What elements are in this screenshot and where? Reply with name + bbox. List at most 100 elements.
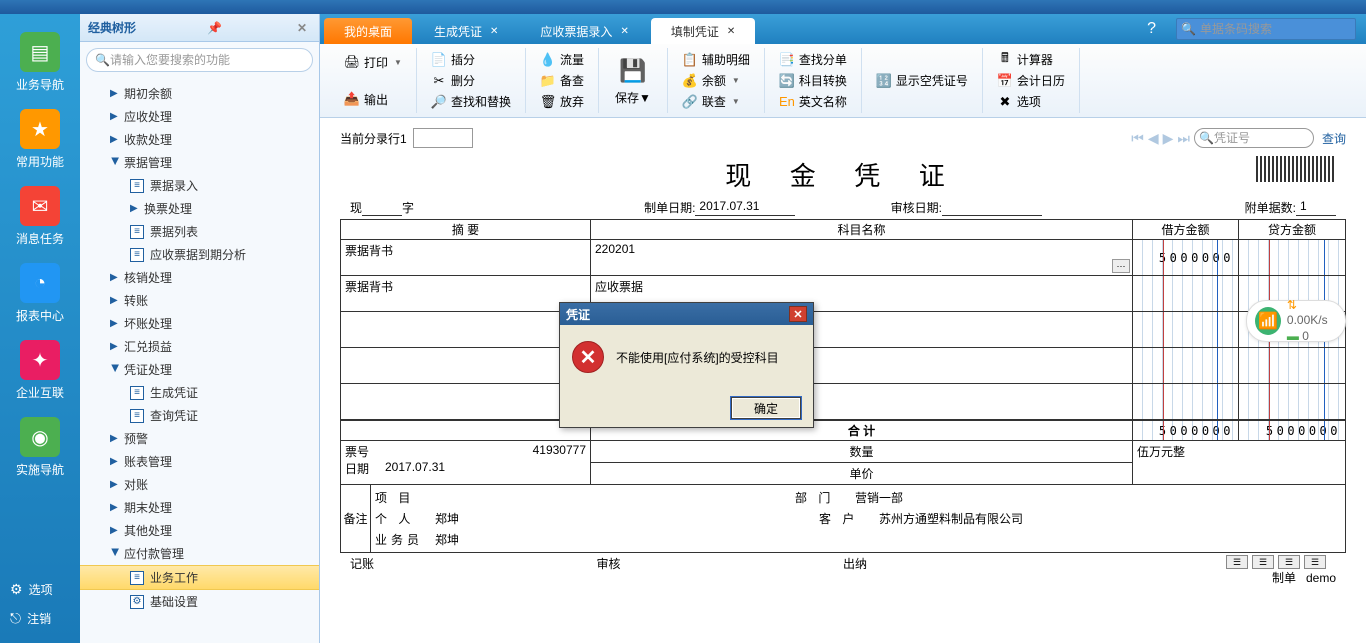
tree-item[interactable]: ⚙基础设置 xyxy=(80,590,319,613)
dialog-title-bar[interactable]: 凭证 ✕ xyxy=(560,303,813,325)
options-button[interactable]: ✖选项 xyxy=(993,92,1069,111)
last-button[interactable]: ⏭ xyxy=(1177,130,1190,147)
cell-credit[interactable] xyxy=(1239,384,1345,419)
tab[interactable]: 填制凭证✕ xyxy=(651,18,755,44)
sig-icon[interactable]: ☰ xyxy=(1252,555,1274,569)
tree-item[interactable]: ≡业务工作 xyxy=(80,565,319,590)
find-split-button[interactable]: 📑查找分单 xyxy=(775,50,851,69)
close-icon[interactable]: ✕ xyxy=(620,26,628,37)
table-row[interactable]: 票据背书 应收票据 xyxy=(341,276,1345,312)
tree-item[interactable]: ▶期末处理 xyxy=(80,496,319,519)
cell-summary[interactable] xyxy=(341,312,591,347)
tree-item[interactable]: ▶换票处理 xyxy=(80,197,319,220)
tree-item[interactable]: ≡查询凭证 xyxy=(80,404,319,427)
find-replace-button[interactable]: 🔎查找和替换 xyxy=(427,92,515,111)
table-row[interactable] xyxy=(341,348,1345,384)
tab[interactable]: 我的桌面 xyxy=(324,18,412,44)
query-link[interactable]: 查询 xyxy=(1322,130,1346,147)
options-link[interactable]: ⚙选项 xyxy=(0,575,80,604)
close-icon[interactable]: ✕ xyxy=(727,26,735,37)
link-query-button[interactable]: 🔗联查▼ xyxy=(678,92,754,111)
cell-summary[interactable]: 票据背书 xyxy=(341,276,591,311)
close-icon[interactable]: ✕ xyxy=(490,26,498,37)
tree-search[interactable]: 🔍 xyxy=(86,48,313,72)
tree-item[interactable]: ▶应收处理 xyxy=(80,105,319,128)
aux-detail-button[interactable]: 📋辅助明细 xyxy=(678,50,754,69)
wifi-widget[interactable]: 📶 ⇅ 0.00K/s ▬ 0 xyxy=(1246,300,1346,342)
tree-item[interactable]: ▶核销处理 xyxy=(80,266,319,289)
tree-item[interactable]: ▶应付款管理 xyxy=(80,542,319,565)
flow-button[interactable]: 💧流量 xyxy=(536,50,588,69)
table-row[interactable] xyxy=(341,312,1345,348)
calculator-button[interactable]: 🖩计算器 xyxy=(993,50,1069,69)
tab[interactable]: 生成凭证✕ xyxy=(414,18,518,44)
nav-item[interactable]: ✉消息任务 xyxy=(0,178,80,255)
cell-subject[interactable]: 220201⋯ xyxy=(591,240,1133,275)
prev-button[interactable]: ◀ xyxy=(1148,130,1159,147)
show-empty-button[interactable]: 🔢显示空凭证号 xyxy=(872,71,972,90)
tree-item[interactable]: ▶收款处理 xyxy=(80,128,319,151)
insert-button[interactable]: 📄插分 xyxy=(427,50,515,69)
nav-item[interactable]: ▤业务导航 xyxy=(0,24,80,101)
tab[interactable]: 应收票据录入✕ xyxy=(520,18,648,44)
subject-convert-button[interactable]: 🔄科目转换 xyxy=(775,71,851,90)
logout-link[interactable]: ⎋注销 xyxy=(0,604,80,633)
tree-item[interactable]: ▶账表管理 xyxy=(80,450,319,473)
tree-item[interactable]: ▶汇兑损益 xyxy=(80,335,319,358)
cell-debit[interactable] xyxy=(1133,312,1239,347)
voucher-no-box[interactable]: 🔍 xyxy=(1194,128,1314,148)
backup-button[interactable]: 📁备查 xyxy=(536,71,588,90)
current-line-box[interactable] xyxy=(413,128,473,148)
browse-button[interactable]: ⋯ xyxy=(1112,259,1130,273)
close-icon[interactable]: ✕ xyxy=(789,306,807,322)
abandon-button[interactable]: 🗑放弃 xyxy=(536,92,588,111)
save-button[interactable]: 💾 保存▼ xyxy=(609,53,657,108)
next-button[interactable]: ▶ xyxy=(1163,130,1174,147)
table-row[interactable]: 票据背书 220201⋯ 5000000 xyxy=(341,240,1345,276)
nav-item[interactable]: ◔报表中心 xyxy=(0,255,80,332)
sig-icon[interactable]: ☰ xyxy=(1304,555,1326,569)
sig-icon[interactable]: ☰ xyxy=(1226,555,1248,569)
cell-debit[interactable] xyxy=(1133,384,1239,419)
output-button[interactable]: 📤输出 xyxy=(340,90,406,109)
tree-item[interactable]: ▶对账 xyxy=(80,473,319,496)
table-row[interactable] xyxy=(341,384,1345,420)
balance-button[interactable]: 💰余额▼ xyxy=(678,71,754,90)
tree-item[interactable]: ▶转账 xyxy=(80,289,319,312)
cell-summary[interactable] xyxy=(341,348,591,383)
tree-item[interactable]: ≡票据录入 xyxy=(80,174,319,197)
tree-item[interactable]: ≡应收票据到期分析 xyxy=(80,243,319,266)
cell-credit[interactable] xyxy=(1239,240,1345,275)
tree-item[interactable]: ≡票据列表 xyxy=(80,220,319,243)
print-button[interactable]: 🖨打印▼ xyxy=(340,53,406,72)
top-search[interactable]: 🔍 xyxy=(1176,18,1356,40)
nav-item[interactable]: ✦企业互联 xyxy=(0,332,80,409)
tree-item[interactable]: ▶票据管理 xyxy=(80,151,319,174)
english-name-button[interactable]: En英文名称 xyxy=(775,92,851,111)
tree-item[interactable]: ▶凭证处理 xyxy=(80,358,319,381)
cell-debit[interactable] xyxy=(1133,276,1239,311)
cell-debit[interactable] xyxy=(1133,348,1239,383)
nav-item[interactable]: ★常用功能 xyxy=(0,101,80,178)
tree-item[interactable]: ▶期初余额 xyxy=(80,82,319,105)
cell-summary[interactable] xyxy=(341,384,591,419)
help-icon[interactable]: ? xyxy=(1147,20,1156,38)
first-button[interactable]: ⏮ xyxy=(1131,130,1144,147)
tree-item[interactable]: ≡生成凭证 xyxy=(80,381,319,404)
sig-icon[interactable]: ☰ xyxy=(1278,555,1300,569)
calendar-button[interactable]: 📅会计日历 xyxy=(993,71,1069,90)
tree-item[interactable]: ▶坏账处理 xyxy=(80,312,319,335)
tree-item[interactable]: ▶其他处理 xyxy=(80,519,319,542)
nav-item[interactable]: ◉实施导航 xyxy=(0,409,80,486)
tree-item[interactable]: ▶预警 xyxy=(80,427,319,450)
cell-credit[interactable] xyxy=(1239,348,1345,383)
delete-button[interactable]: ✂删分 xyxy=(427,71,515,90)
tree-search-input[interactable] xyxy=(110,53,304,67)
cell-debit[interactable]: 5000000 xyxy=(1133,240,1239,275)
voucher-no-input[interactable] xyxy=(1214,131,1304,145)
top-search-input[interactable] xyxy=(1200,22,1350,36)
pin-icon[interactable]: 📌 xyxy=(203,21,226,35)
close-icon[interactable]: ✕ xyxy=(293,21,311,35)
ok-button[interactable]: 确定 xyxy=(731,397,801,419)
cell-summary[interactable]: 票据背书 xyxy=(341,240,591,275)
